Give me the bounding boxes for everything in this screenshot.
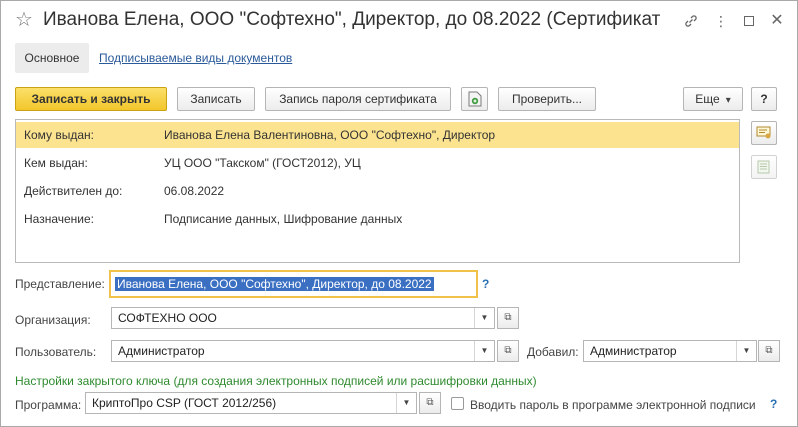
open-organization-button[interactable]: ⧉ — [497, 307, 519, 329]
more-options-icon[interactable]: ⋮ — [711, 11, 731, 31]
chevron-down-icon[interactable]: ▼ — [474, 341, 494, 361]
presentation-value: Иванова Елена, ООО "Софтехно", Директор,… — [115, 277, 434, 291]
show-certificate-button[interactable] — [751, 121, 777, 145]
link-icon[interactable] — [681, 11, 701, 31]
open-icon: ⧉ — [765, 345, 773, 356]
certificate-info-panel: Кому выдан: Иванова Елена Валентиновна, … — [15, 119, 740, 263]
open-icon: ⧉ — [504, 312, 512, 323]
enter-password-help-icon[interactable]: ? — [770, 397, 777, 411]
added-by-value: Администратор — [590, 344, 677, 358]
tab-signed-document-types[interactable]: Подписываемые виды документов — [99, 51, 292, 65]
document-export-icon — [468, 91, 481, 107]
favorite-star-icon[interactable]: ☆ — [15, 10, 33, 30]
open-added-by-button[interactable]: ⧉ — [758, 340, 780, 362]
list-document-icon — [757, 160, 770, 174]
open-icon: ⧉ — [504, 345, 512, 356]
presentation-input[interactable]: Иванова Елена, ООО "Софтехно", Директор,… — [109, 270, 478, 298]
info-row-valid-until[interactable]: Действителен до: 06.08.2022 — [16, 178, 739, 204]
check-button[interactable]: Проверить... — [498, 87, 596, 111]
maximize-icon[interactable] — [739, 11, 759, 31]
user-label: Пользователь: — [15, 345, 97, 359]
presentation-label: Представление: — [15, 277, 105, 291]
info-value: 06.08.2022 — [164, 184, 225, 198]
program-select[interactable]: КриптоПро CSP (ГОСТ 2012/256) ▼ — [85, 392, 417, 414]
export-certificate-button[interactable] — [461, 87, 488, 111]
added-by-select[interactable]: Администратор ▼ — [583, 340, 757, 362]
private-key-section-title: Настройки закрытого ключа (для создания … — [15, 374, 537, 388]
chevron-down-icon[interactable]: ▼ — [396, 393, 416, 413]
info-key: Назначение: — [24, 212, 95, 226]
enter-password-checkbox[interactable] — [451, 397, 464, 410]
save-button[interactable]: Записать — [177, 87, 255, 111]
certificate-view-icon — [756, 126, 771, 139]
open-program-button[interactable]: ⧉ — [419, 392, 441, 414]
user-select[interactable]: Администратор ▼ — [111, 340, 495, 362]
chevron-down-icon[interactable]: ▼ — [736, 341, 756, 361]
title-bar: ☆ Иванова Елена, ООО "Софтехно", Директо… — [1, 1, 797, 41]
certificate-window: ☆ Иванова Елена, ООО "Софтехно", Директо… — [0, 0, 798, 427]
enter-password-label[interactable]: Вводить пароль в программе электронной п… — [470, 398, 756, 412]
user-value: Администратор — [118, 344, 205, 358]
close-icon[interactable]: ✕ — [767, 11, 787, 31]
chevron-down-icon[interactable]: ▼ — [474, 308, 494, 328]
info-row-issued-to[interactable]: Кому выдан: Иванова Елена Валентиновна, … — [16, 122, 739, 148]
organization-select[interactable]: СОФТЕХНО ООО ▼ — [111, 307, 495, 329]
added-by-label: Добавил: — [527, 345, 579, 359]
presentation-help-icon[interactable]: ? — [482, 277, 489, 291]
info-value: УЦ ООО "Такском" (ГОСТ2012), УЦ — [164, 156, 361, 170]
info-row-purpose[interactable]: Назначение: Подписание данных, Шифровани… — [16, 206, 739, 232]
save-and-close-button[interactable]: Записать и закрыть — [15, 87, 167, 111]
info-key: Кому выдан: — [24, 128, 95, 142]
info-row-issued-by[interactable]: Кем выдан: УЦ ООО "Такском" (ГОСТ2012), … — [16, 150, 739, 176]
more-label: Еще — [695, 92, 720, 106]
info-value: Подписание данных, Шифрование данных — [164, 212, 403, 226]
organization-label: Организация: — [15, 313, 91, 327]
info-value: Иванова Елена Валентиновна, ООО "Софтехн… — [164, 128, 496, 142]
help-button[interactable]: ? — [751, 87, 777, 111]
info-key: Кем выдан: — [24, 156, 88, 170]
organization-value: СОФТЕХНО ООО — [118, 311, 217, 325]
program-value: КриптоПро CSP (ГОСТ 2012/256) — [92, 396, 277, 410]
certificate-details-button[interactable] — [751, 155, 777, 179]
program-label: Программа: — [15, 398, 82, 412]
tab-main[interactable]: Основное — [15, 43, 89, 73]
open-user-button[interactable]: ⧉ — [497, 340, 519, 362]
window-title: Иванова Елена, ООО "Софтехно", Директор,… — [43, 9, 663, 30]
info-key: Действителен до: — [24, 184, 123, 198]
save-certificate-password-button[interactable]: Запись пароля сертификата — [265, 87, 451, 111]
more-button[interactable]: Еще — [683, 87, 743, 111]
open-icon: ⧉ — [426, 397, 434, 408]
